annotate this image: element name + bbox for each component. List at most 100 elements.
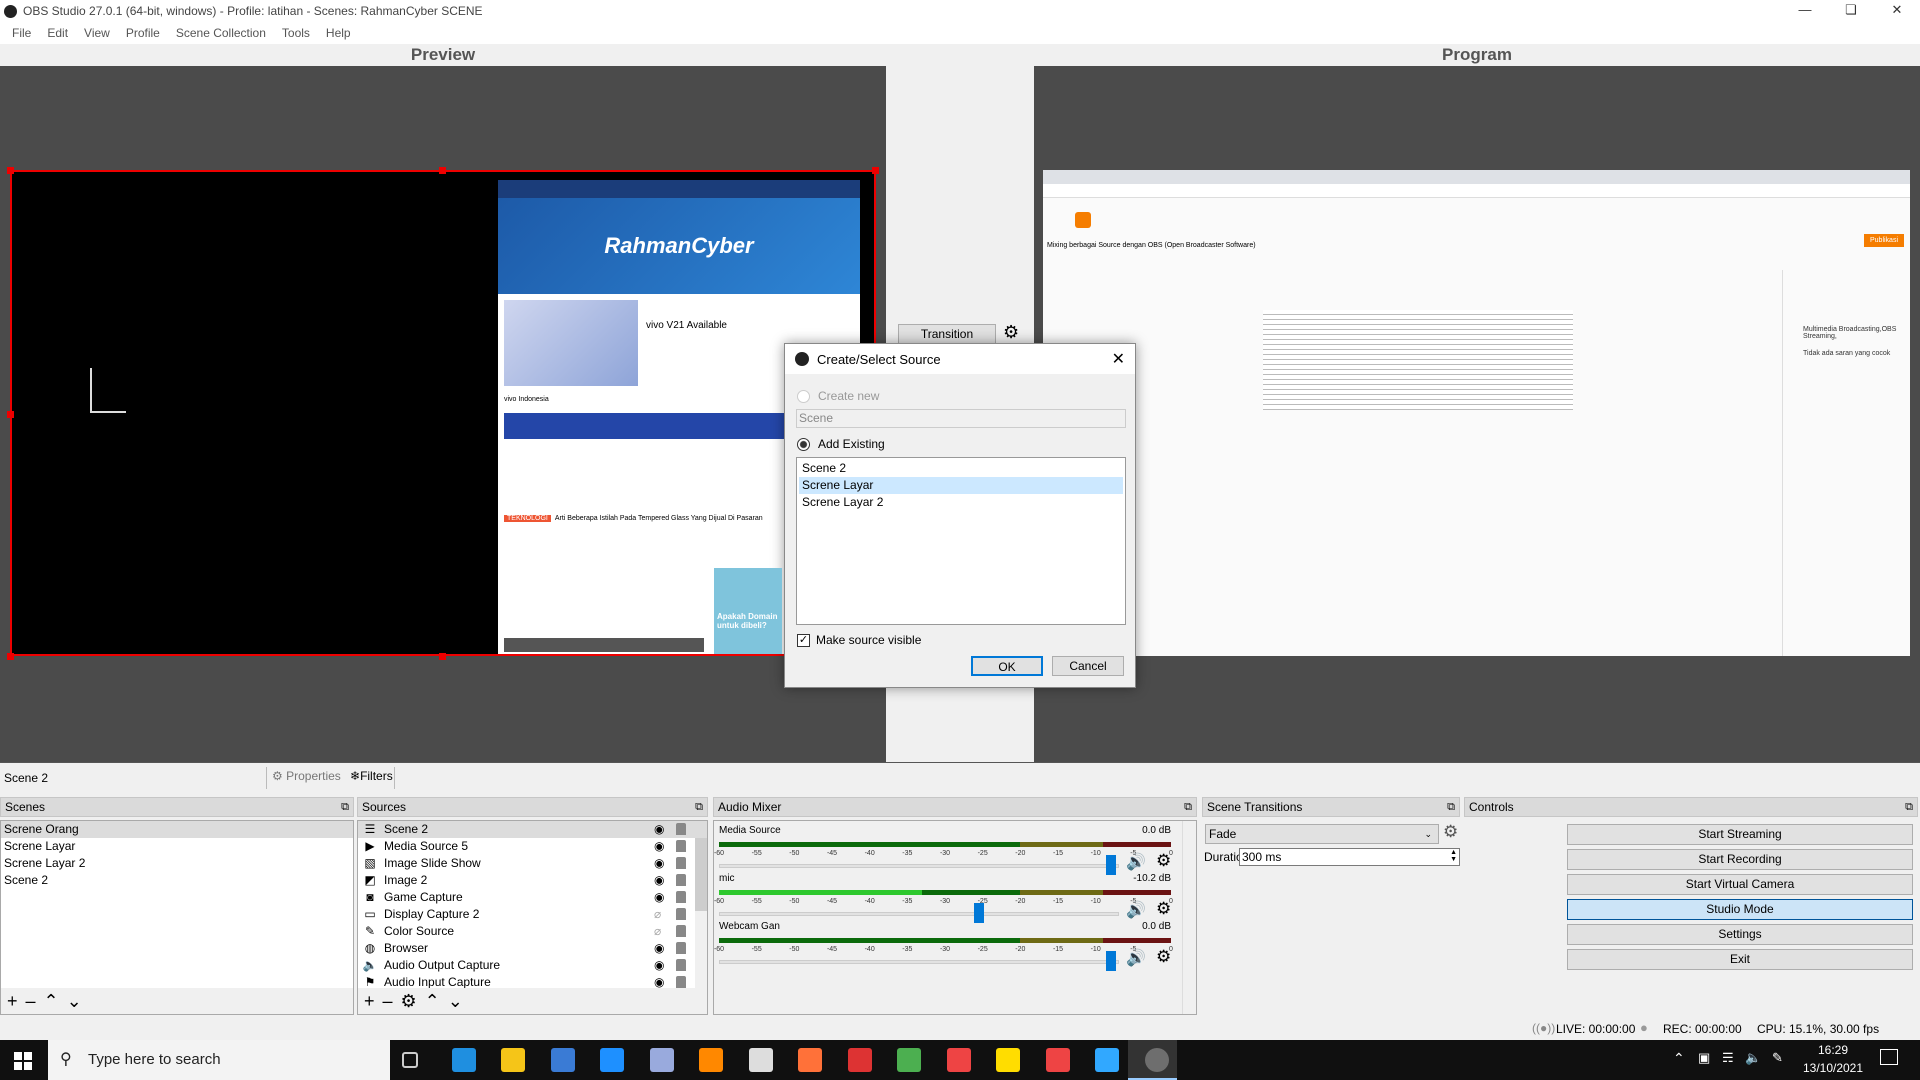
scenes-list[interactable]: Screne Orang Screne Layar Screne Layar 2… — [0, 820, 354, 1015]
ok-button[interactable]: OK — [971, 656, 1043, 676]
chevron-up-icon[interactable]: ⌃ — [1673, 1050, 1685, 1067]
float-dock-icon[interactable]: ⧉ — [1905, 798, 1913, 816]
eye-icon[interactable]: ◉ — [654, 838, 664, 855]
minimize-button[interactable]: — — [1782, 0, 1828, 22]
windows-start-icon[interactable] — [14, 1052, 32, 1070]
move-down-button[interactable]: ⌄ — [67, 991, 82, 1012]
unlock-icon[interactable] — [676, 908, 686, 920]
list-item[interactable]: Screne Layar 2 — [799, 494, 1123, 511]
transition-select[interactable]: Fade ⌄ — [1205, 824, 1439, 844]
float-dock-icon[interactable]: ⧉ — [341, 798, 349, 816]
menu-file[interactable]: File — [12, 26, 31, 40]
resize-handle[interactable] — [7, 653, 14, 660]
transition-gear-icon[interactable]: ⚙ — [1003, 322, 1019, 343]
speaker-mute-icon[interactable]: 🔊 — [1126, 900, 1146, 920]
preview-scene-source[interactable]: RahmanCyber vivo V21 Available vivo Indo… — [10, 170, 876, 656]
spinner-icon[interactable]: ▲ ▼ — [1450, 849, 1457, 863]
add-source-button[interactable]: + — [364, 991, 375, 1012]
taskbar-search-box[interactable]: ⚲ Type here to search — [48, 1040, 390, 1080]
resize-handle[interactable] — [7, 411, 14, 418]
chrome-2-icon[interactable] — [1045, 1048, 1070, 1072]
list-item[interactable]: Scene 2 — [799, 460, 1123, 477]
preview-canvas[interactable]: RahmanCyber vivo V21 Available vivo Indo… — [0, 66, 886, 762]
move-up-button[interactable]: ⌃ — [44, 991, 59, 1012]
remove-source-button[interactable]: – — [383, 991, 393, 1012]
photoshop-icon[interactable] — [1095, 1048, 1119, 1072]
channel-gear-icon[interactable]: ⚙ — [1156, 947, 1171, 967]
filters-button[interactable]: ❄Filters — [350, 769, 393, 783]
studio-mode-button[interactable]: Studio Mode — [1567, 899, 1913, 920]
media-player-icon[interactable] — [847, 1048, 872, 1072]
edge-icon[interactable] — [451, 1048, 476, 1072]
speaker-mute-icon[interactable]: 🔊 — [1126, 948, 1146, 968]
resize-handle[interactable] — [439, 653, 446, 660]
start-recording-button[interactable]: Start Recording — [1567, 849, 1913, 870]
source-item[interactable]: ▭ Display Capture 2 ⌀ — [358, 906, 707, 923]
eye-hidden-icon[interactable]: ⌀ — [654, 906, 661, 923]
task-view-icon[interactable] — [402, 1052, 418, 1068]
transition-button[interactable]: Transition — [898, 324, 996, 345]
mail-icon[interactable] — [600, 1048, 624, 1072]
transition-gear-icon[interactable]: ⚙ — [1443, 822, 1458, 842]
unlock-icon[interactable] — [676, 823, 686, 835]
source-properties-gear-icon[interactable]: ⚙ — [401, 991, 417, 1012]
source-item[interactable]: ◩ Image 2 ◉ — [358, 872, 707, 889]
source-item[interactable]: ◍ Browser ◉ — [358, 940, 707, 957]
eye-hidden-icon[interactable]: ⌀ — [654, 923, 661, 940]
eye-icon[interactable]: ◉ — [654, 940, 664, 957]
float-dock-icon[interactable]: ⧉ — [1184, 798, 1192, 816]
close-button[interactable]: ✕ — [1874, 0, 1920, 22]
menu-help[interactable]: Help — [326, 26, 351, 40]
scene-item[interactable]: Scene 2 — [1, 872, 353, 889]
source-item[interactable]: ◙ Game Capture ◉ — [358, 889, 707, 906]
properties-button[interactable]: ⚙ Properties — [272, 769, 341, 783]
calendar-icon[interactable] — [748, 1048, 773, 1072]
unlock-icon[interactable] — [676, 942, 686, 954]
create-new-radio[interactable]: Create new — [797, 389, 879, 403]
eye-icon[interactable]: ◉ — [654, 821, 664, 838]
list-item-selected[interactable]: Screne Layar — [799, 477, 1123, 494]
mixer-scrollbar[interactable] — [1182, 821, 1196, 1014]
source-item[interactable]: 🔈 Audio Output Capture ◉ — [358, 957, 707, 974]
unlock-icon[interactable] — [676, 959, 686, 971]
move-down-button[interactable]: ⌄ — [448, 991, 463, 1012]
speaker-mute-icon[interactable]: 🔊 — [1126, 852, 1146, 872]
paint-icon[interactable] — [946, 1048, 971, 1072]
clock-date[interactable]: 13/10/2021 — [1800, 1061, 1866, 1075]
float-dock-icon[interactable]: ⧉ — [1447, 798, 1455, 816]
unlock-icon[interactable] — [676, 925, 686, 937]
move-up-button[interactable]: ⌃ — [425, 991, 440, 1012]
sources-list[interactable]: + – ⚙ ⌃ ⌄ ☰ Scene 2 ◉ ▶ Media Source 5 ◉ ▧ Image Sl… — [357, 820, 708, 1015]
maximize-button[interactable]: ❏ — [1828, 0, 1874, 22]
file-explorer-icon[interactable] — [501, 1048, 525, 1072]
source-item[interactable]: ✎ Color Source ⌀ — [358, 923, 707, 940]
dialog-close-icon[interactable]: ✕ — [1112, 349, 1125, 369]
unlock-icon[interactable] — [676, 891, 686, 903]
unlock-icon[interactable] — [676, 874, 686, 886]
add-existing-radio[interactable]: Add Existing — [797, 437, 885, 451]
scene-item[interactable]: Screne Orang — [1, 821, 353, 838]
resize-handle[interactable] — [7, 167, 14, 174]
unlock-icon[interactable] — [676, 976, 686, 988]
channel-gear-icon[interactable]: ⚙ — [1156, 851, 1171, 871]
scene-item[interactable]: Screne Layar — [1, 838, 353, 855]
eye-icon[interactable]: ◉ — [654, 872, 664, 889]
menu-view[interactable]: View — [84, 26, 110, 40]
sticky-notes-icon[interactable] — [996, 1048, 1020, 1072]
pen-icon[interactable]: ✎ — [1772, 1050, 1783, 1066]
resize-handle[interactable] — [872, 167, 879, 174]
float-dock-icon[interactable]: ⧉ — [695, 798, 703, 816]
eye-icon[interactable]: ◉ — [654, 889, 664, 906]
channel-gear-icon[interactable]: ⚙ — [1156, 899, 1171, 919]
source-item[interactable]: ▶ Media Source 5 ◉ — [358, 838, 707, 855]
meet-now-icon[interactable]: ▣ — [1698, 1050, 1710, 1066]
eye-icon[interactable]: ◉ — [654, 957, 664, 974]
vlc-icon[interactable] — [699, 1048, 723, 1072]
source-item[interactable]: ▧ Image Slide Show ◉ — [358, 855, 707, 872]
resize-handle[interactable] — [439, 167, 446, 174]
menu-edit[interactable]: Edit — [47, 26, 68, 40]
exit-button[interactable]: Exit — [1567, 949, 1913, 970]
source-item[interactable]: ☰ Scene 2 ◉ — [358, 821, 707, 838]
menu-profile[interactable]: Profile — [126, 26, 160, 40]
fader-handle[interactable] — [1106, 951, 1116, 971]
